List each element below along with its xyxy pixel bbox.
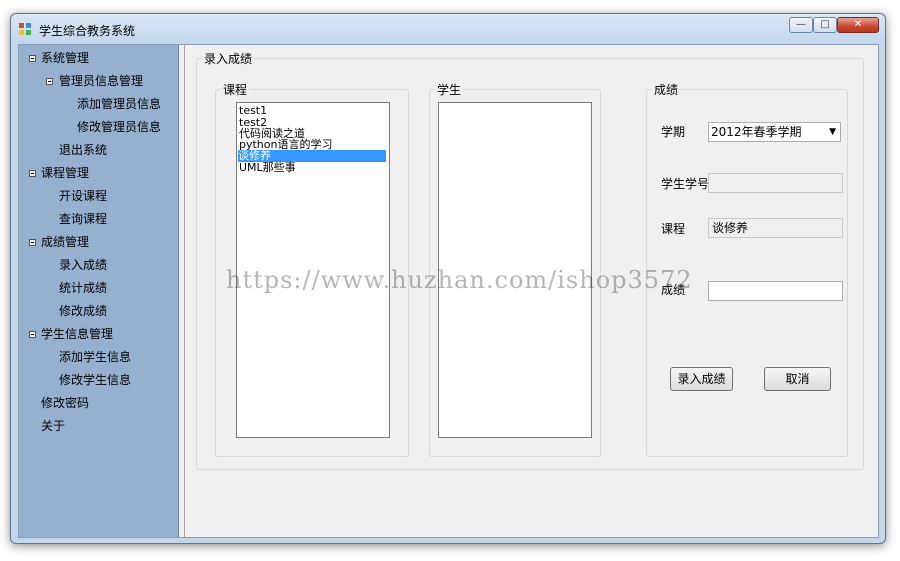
maximize-button[interactable]: □ bbox=[813, 17, 837, 33]
tree-item-enter-score[interactable]: 录入成绩 bbox=[59, 257, 107, 273]
tree-item-query-course[interactable]: 查询课程 bbox=[59, 211, 107, 227]
collapse-icon[interactable] bbox=[29, 331, 36, 338]
tree-item-about[interactable]: 关于 bbox=[41, 418, 65, 434]
collapse-icon[interactable] bbox=[29, 55, 36, 62]
student-group-title: 学生 bbox=[435, 81, 464, 98]
collapse-icon[interactable] bbox=[29, 170, 36, 177]
course-group-title: 课程 bbox=[221, 81, 250, 98]
submit-score-button[interactable]: 录入成绩 bbox=[670, 367, 733, 391]
student-id-label: 学生学号 bbox=[661, 177, 710, 191]
score-input[interactable] bbox=[708, 281, 843, 301]
student-id-field[interactable] bbox=[708, 173, 843, 193]
splitter[interactable] bbox=[179, 45, 185, 537]
course-label: 课程 bbox=[661, 222, 686, 236]
watermark-text: https://www.huzhan.com/ishop3572 bbox=[226, 266, 693, 294]
window-title: 学生综合教务系统 bbox=[39, 24, 136, 38]
tree-item-admin-info[interactable]: 管理员信息管理 bbox=[59, 73, 143, 89]
panel-title: 录入成绩 bbox=[202, 50, 255, 67]
term-select[interactable]: 2012年春季学期 ▼ bbox=[708, 122, 841, 142]
term-label: 学期 bbox=[661, 125, 686, 139]
course-field[interactable]: 谈修养 bbox=[708, 218, 843, 238]
tree-item-course[interactable]: 课程管理 bbox=[41, 165, 89, 181]
tree-item-edit-student[interactable]: 修改学生信息 bbox=[59, 372, 131, 388]
tree-item-add-admin[interactable]: 添加管理员信息 bbox=[77, 96, 161, 112]
list-item[interactable]: UML那些事 bbox=[239, 162, 296, 174]
tree-item-edit-score[interactable]: 修改成绩 bbox=[59, 303, 107, 319]
term-value: 2012年春季学期 bbox=[711, 125, 802, 139]
enter-score-panel: 录入成绩 课程 test1 test2 代码阅读之道 python语言的学习 谈… bbox=[196, 50, 864, 470]
tree-item-student[interactable]: 学生信息管理 bbox=[41, 326, 113, 342]
score-group-title: 成绩 bbox=[652, 81, 681, 98]
tree-item-system[interactable]: 系统管理 bbox=[41, 50, 89, 66]
close-button[interactable]: ✕ bbox=[837, 17, 879, 33]
cancel-button[interactable]: 取消 bbox=[764, 367, 831, 391]
app-icon bbox=[19, 23, 31, 35]
tree-item-edit-admin[interactable]: 修改管理员信息 bbox=[77, 119, 161, 135]
tree-item-change-password[interactable]: 修改密码 bbox=[41, 395, 89, 411]
collapse-icon[interactable] bbox=[46, 78, 53, 85]
tree-item-stat-score[interactable]: 统计成绩 bbox=[59, 280, 107, 296]
tree-item-exit[interactable]: 退出系统 bbox=[59, 142, 107, 158]
minimize-button[interactable]: — bbox=[789, 17, 813, 33]
tree-item-open-course[interactable]: 开设课程 bbox=[59, 188, 107, 204]
tree-item-add-student[interactable]: 添加学生信息 bbox=[59, 349, 131, 365]
tree-item-score[interactable]: 成绩管理 bbox=[41, 234, 89, 250]
title-bar[interactable]: 学生综合教务系统 — □ ✕ bbox=[11, 14, 885, 44]
collapse-icon[interactable] bbox=[29, 239, 36, 246]
chevron-down-icon[interactable]: ▼ bbox=[829, 123, 836, 141]
navigation-tree: 系统管理 管理员信息管理 添加管理员信息 修改管理员信息 退出系统 课程管理 开… bbox=[19, 45, 179, 537]
